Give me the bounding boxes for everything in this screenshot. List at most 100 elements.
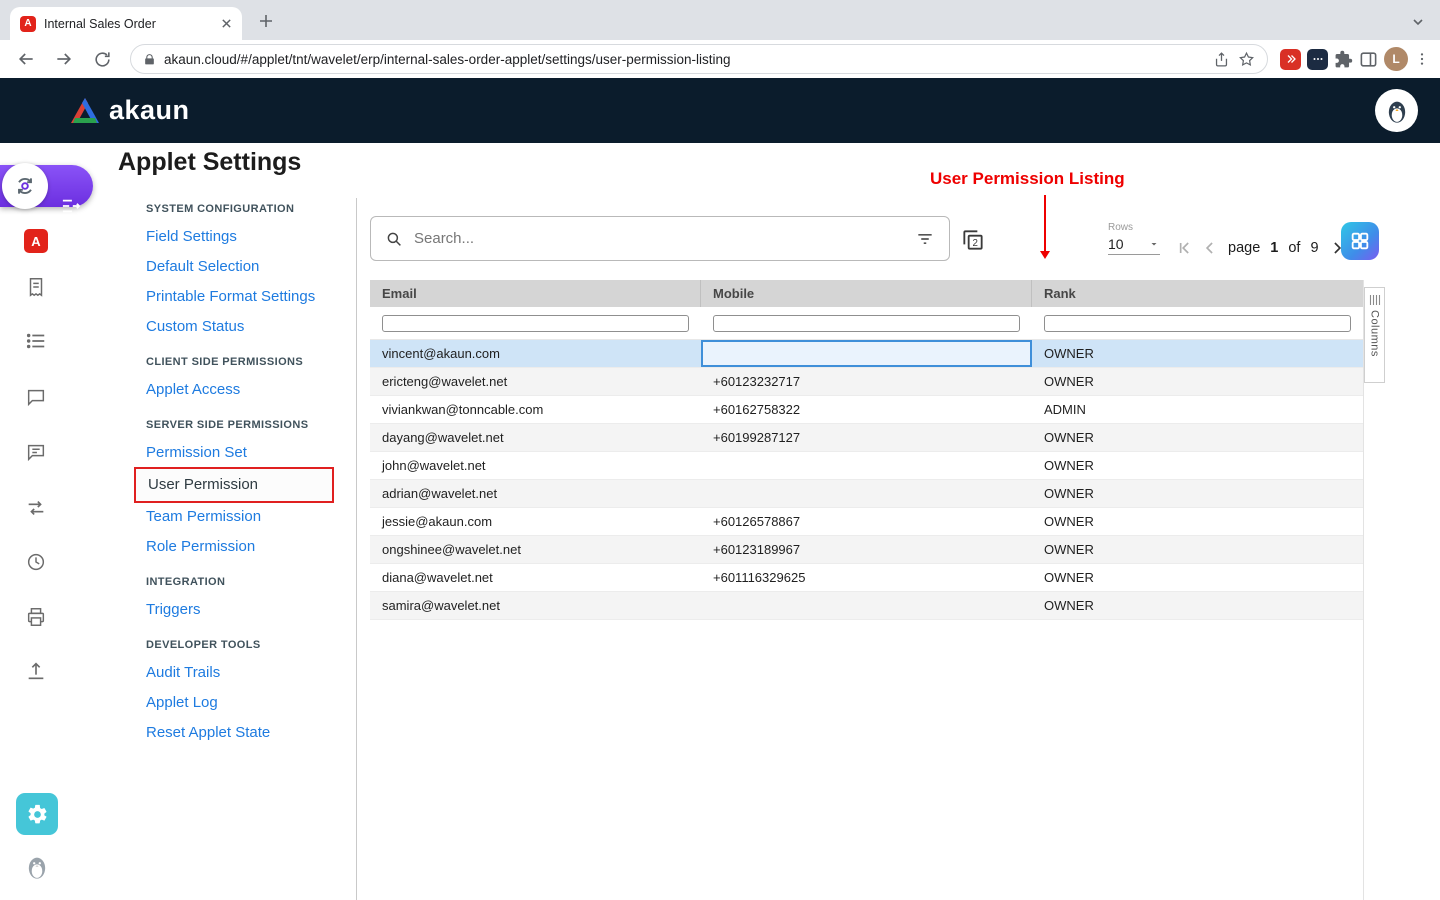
settings-gear-button[interactable] [16, 793, 58, 835]
nav-item-printable-format-settings[interactable]: Printable Format Settings [146, 289, 358, 305]
browser-tab[interactable]: A Internal Sales Order [10, 7, 242, 40]
cell-mobile[interactable] [701, 592, 1032, 619]
nav-item-permission-set[interactable]: Permission Set [146, 445, 358, 461]
mobile-filter-input[interactable] [713, 315, 1020, 332]
table-row[interactable]: adrian@wavelet.net OWNER [370, 480, 1363, 508]
cell-email[interactable]: jessie@akaun.com [370, 508, 701, 535]
table-body: vincent@akaun.com OWNER ericteng@wavelet… [370, 340, 1363, 620]
search-input[interactable] [412, 229, 906, 248]
cell-rank[interactable]: OWNER [1032, 340, 1363, 367]
cell-mobile[interactable]: +60162758322 [701, 396, 1032, 423]
email-filter-input[interactable] [382, 315, 689, 332]
cell-rank[interactable]: OWNER [1032, 452, 1363, 479]
cell-email[interactable]: samira@wavelet.net [370, 592, 701, 619]
tab-close-icon[interactable] [221, 18, 232, 29]
printer-icon[interactable] [22, 603, 50, 631]
brand-logo[interactable]: akaun [70, 95, 190, 126]
table-row[interactable]: dayang@wavelet.net +60199287127 OWNER [370, 424, 1363, 452]
cell-mobile[interactable] [701, 480, 1032, 507]
table-row[interactable]: jessie@akaun.com +60126578867 OWNER [370, 508, 1363, 536]
bookmark-star-icon[interactable] [1238, 51, 1255, 68]
table-row[interactable]: vincent@akaun.com OWNER [370, 340, 1363, 368]
cell-email[interactable]: adrian@wavelet.net [370, 480, 701, 507]
cell-rank[interactable]: OWNER [1032, 424, 1363, 451]
nav-item-audit-trails[interactable]: Audit Trails [146, 665, 358, 681]
cell-mobile[interactable]: +601116329625 [701, 564, 1032, 591]
cell-rank[interactable]: OWNER [1032, 564, 1363, 591]
back-icon[interactable] [10, 43, 42, 75]
column-header-mobile[interactable]: Mobile [701, 280, 1032, 307]
table-row[interactable]: viviankwan@tonncable.com +60162758322 AD… [370, 396, 1363, 424]
cell-mobile-selected[interactable] [701, 340, 1032, 367]
table-row[interactable]: diana@wavelet.net +601116329625 OWNER [370, 564, 1363, 592]
nav-item-reset-applet-state[interactable]: Reset Applet State [146, 725, 358, 741]
kebab-menu-icon[interactable] [1414, 51, 1430, 67]
column-header-rank[interactable]: Rank [1032, 280, 1363, 307]
rows-select[interactable]: 10 [1108, 236, 1160, 255]
cell-rank[interactable]: OWNER [1032, 480, 1363, 507]
cell-rank[interactable]: OWNER [1032, 536, 1363, 563]
cell-email[interactable]: john@wavelet.net [370, 452, 701, 479]
table-row[interactable]: samira@wavelet.net OWNER [370, 592, 1363, 620]
cell-mobile[interactable]: +60199287127 [701, 424, 1032, 451]
cell-mobile[interactable]: +60123189967 [701, 536, 1032, 563]
side-panel-icon[interactable] [1359, 50, 1378, 69]
tab-search-chevron-icon[interactable] [1408, 12, 1428, 32]
list-icon[interactable] [22, 327, 50, 355]
history-clock-icon[interactable] [22, 548, 50, 576]
support-penguin-button[interactable] [23, 853, 51, 881]
invoice-icon[interactable] [22, 273, 50, 301]
profile-avatar[interactable]: L [1384, 47, 1408, 71]
reload-icon[interactable] [86, 43, 118, 75]
cell-mobile[interactable]: +60123232717 [701, 368, 1032, 395]
columns-tab-label: Columns [1369, 310, 1381, 357]
cell-email[interactable]: dayang@wavelet.net [370, 424, 701, 451]
nav-item-default-selection[interactable]: Default Selection [146, 259, 358, 275]
cell-email[interactable]: ericteng@wavelet.net [370, 368, 701, 395]
extension-red-icon[interactable] [1280, 49, 1301, 70]
share-icon[interactable] [1213, 51, 1230, 68]
duplicate-view-icon[interactable]: 2 [960, 227, 986, 253]
nav-item-user-permission[interactable]: User Permission [134, 467, 334, 503]
view-switcher-button[interactable] [1341, 222, 1379, 260]
nav-item-field-settings[interactable]: Field Settings [146, 229, 358, 245]
rank-filter-input[interactable] [1044, 315, 1351, 332]
column-header-email[interactable]: Email [370, 280, 701, 307]
nav-item-role-permission[interactable]: Role Permission [146, 539, 358, 555]
first-page-button[interactable] [1173, 237, 1195, 259]
table-row[interactable]: john@wavelet.net OWNER [370, 452, 1363, 480]
feedback-chat-icon[interactable] [22, 438, 50, 466]
upload-icon[interactable] [22, 657, 50, 685]
filter-icon[interactable] [915, 229, 935, 249]
cell-rank[interactable]: OWNER [1032, 368, 1363, 395]
swap-arrows-icon[interactable] [22, 494, 50, 522]
cell-rank[interactable]: OWNER [1032, 508, 1363, 535]
nav-item-applet-access[interactable]: Applet Access [146, 382, 358, 398]
columns-panel-tab[interactable]: Columns [1364, 287, 1385, 383]
new-tab-button[interactable] [254, 9, 278, 33]
forward-icon[interactable] [48, 43, 80, 75]
chat-icon[interactable] [22, 383, 50, 411]
extensions-puzzle-icon[interactable] [1334, 50, 1353, 69]
nav-item-custom-status[interactable]: Custom Status [146, 319, 358, 335]
cell-mobile[interactable]: +60126578867 [701, 508, 1032, 535]
table-row[interactable]: ericteng@wavelet.net +60123232717 OWNER [370, 368, 1363, 396]
address-bar[interactable]: akaun.cloud/#/applet/tnt/wavelet/erp/int… [130, 44, 1268, 74]
cell-email[interactable]: ongshinee@wavelet.net [370, 536, 701, 563]
cell-rank[interactable]: OWNER [1032, 592, 1363, 619]
transfer-widget-button[interactable] [2, 163, 48, 209]
nav-item-applet-log[interactable]: Applet Log [146, 695, 358, 711]
cell-email[interactable]: diana@wavelet.net [370, 564, 701, 591]
extension-dark-icon[interactable] [1307, 49, 1328, 70]
cell-email[interactable]: vincent@akaun.com [370, 340, 701, 367]
cell-email[interactable]: viviankwan@tonncable.com [370, 396, 701, 423]
user-avatar[interactable] [1375, 89, 1418, 132]
cell-mobile[interactable] [701, 452, 1032, 479]
nav-item-triggers[interactable]: Triggers [146, 602, 358, 618]
pdf-tool-icon[interactable]: A [22, 227, 50, 255]
cell-rank[interactable]: ADMIN [1032, 396, 1363, 423]
prev-page-button[interactable] [1199, 237, 1221, 259]
nav-item-team-permission[interactable]: Team Permission [146, 509, 358, 525]
open-drawer-icon[interactable] [60, 197, 82, 215]
table-row[interactable]: ongshinee@wavelet.net +60123189967 OWNER [370, 536, 1363, 564]
